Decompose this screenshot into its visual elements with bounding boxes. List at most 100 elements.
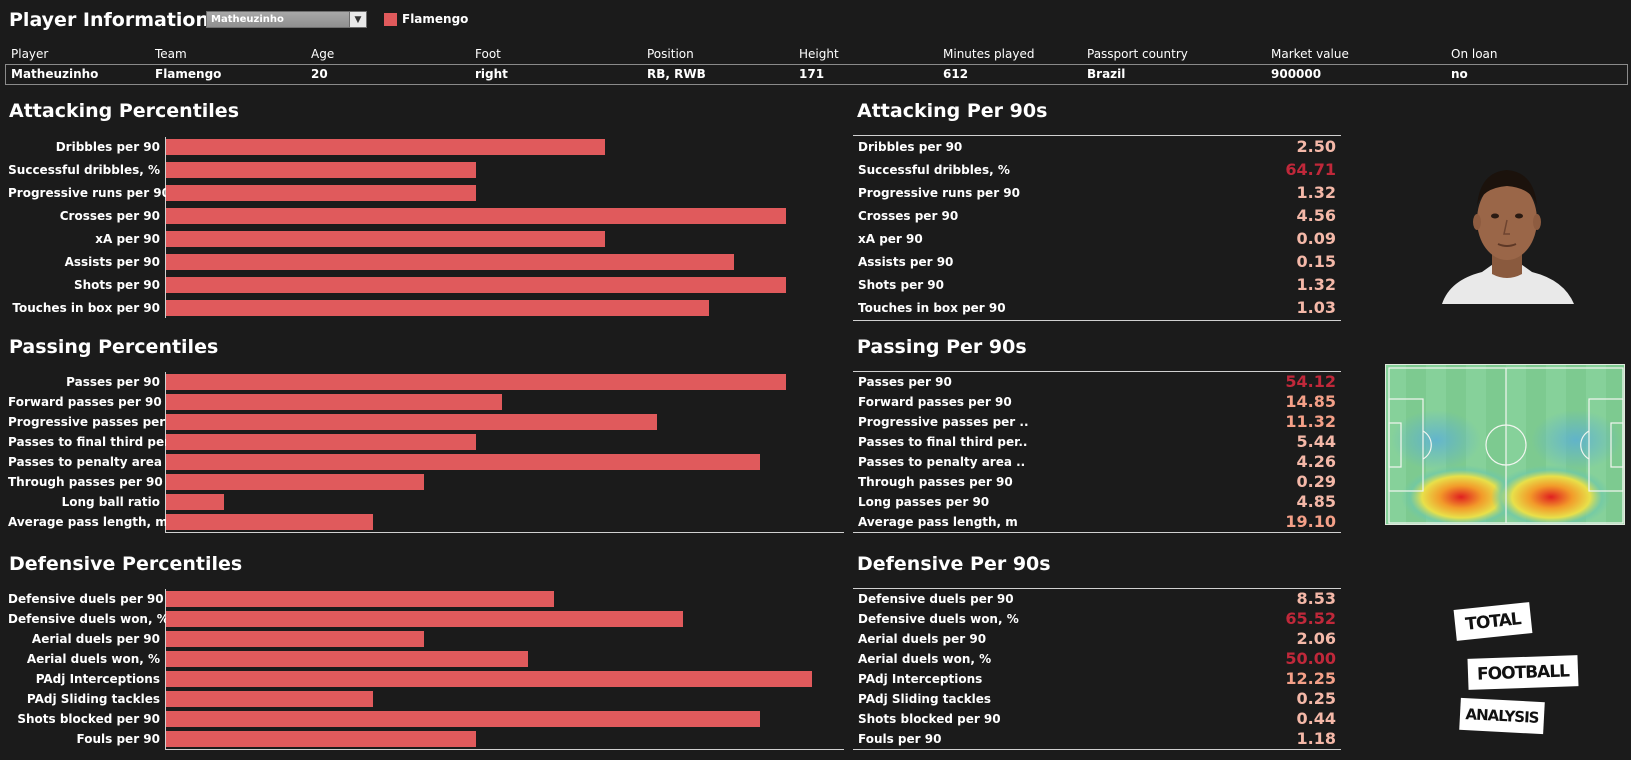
- page-title: Player Information: [9, 9, 210, 31]
- passing-percentiles-title: Passing Percentiles: [9, 336, 219, 358]
- percentile-bar: [166, 394, 502, 410]
- bar-label: PAdj Interceptions: [35, 672, 160, 686]
- per90-label: Forward passes per 90: [858, 395, 1012, 409]
- percentile-bar: [166, 277, 786, 293]
- info-header-8: Market value: [1271, 47, 1349, 61]
- info-header-6: Minutes played: [943, 47, 1035, 61]
- bar-label: Defensive duels per 90: [8, 592, 164, 606]
- bar-label: Passes per 90: [66, 375, 160, 389]
- per90-label: Assists per 90: [858, 255, 954, 269]
- info-header-0: Player: [11, 47, 49, 61]
- per90-label: Shots per 90: [858, 278, 945, 292]
- per90-label: Fouls per 90: [858, 732, 942, 746]
- per90-label: Defensive duels per 90: [858, 592, 1014, 606]
- per90-label: Long passes per 90: [858, 495, 990, 509]
- logo-analysis: ANALYSIS: [1459, 697, 1545, 735]
- per90-value: 14.85: [1285, 392, 1336, 411]
- percentile-bar: [166, 162, 476, 178]
- per90-value: 0.29: [1296, 472, 1336, 491]
- player-dropdown-value: Matheuzinho: [211, 14, 284, 25]
- bar-label: Through passes per 90: [8, 475, 163, 489]
- bar-label: Aerial duels per 90: [31, 632, 160, 646]
- percentile-bar: [166, 474, 424, 490]
- bar-label: Passes to final third per..: [8, 435, 178, 449]
- per90-value: 64.71: [1285, 160, 1336, 179]
- per90-label: Aerial duels per 90: [858, 632, 987, 646]
- percentile-bar: [166, 231, 605, 247]
- bar-label: Average pass length, m: [8, 515, 168, 529]
- per90-value: 0.15: [1296, 252, 1336, 271]
- bar-label: Forward passes per 90: [8, 395, 162, 409]
- percentile-bar: [166, 208, 786, 224]
- percentile-bar: [166, 514, 373, 530]
- bar-label: Crosses per 90: [59, 209, 160, 223]
- per90-value: 4.26: [1296, 452, 1336, 471]
- per90-value: 2.06: [1296, 629, 1336, 648]
- percentile-bar: [166, 494, 224, 510]
- per90-label: Touches in box per 90: [858, 301, 1006, 315]
- info-header-7: Passport country: [1087, 47, 1188, 61]
- percentile-bar: [166, 611, 683, 627]
- bar-label: Fouls per 90: [76, 732, 160, 746]
- per90-label: Crosses per 90: [858, 209, 959, 223]
- per90-value: 0.25: [1296, 689, 1336, 708]
- bar-label: Touches in box per 90: [12, 301, 160, 315]
- bar-label: Passes to penalty area ..: [8, 455, 176, 469]
- bar-label: Successful dribbles, %: [8, 163, 160, 177]
- passing-bar-baseline: [165, 532, 844, 533]
- info-row-box: [5, 64, 1628, 85]
- info-header-4: Position: [647, 47, 694, 61]
- info-header-1: Team: [155, 47, 187, 61]
- per90-label: Through passes per 90: [858, 475, 1013, 489]
- legend-swatch: [384, 13, 397, 26]
- percentile-bar: [166, 591, 554, 607]
- per90-label: Passes per 90: [858, 375, 952, 389]
- percentile-bar: [166, 454, 760, 470]
- defensive-per90-bottomline: [853, 749, 1341, 750]
- player-dropdown[interactable]: Matheuzinho ▼: [206, 11, 367, 28]
- per90-value: 8.53: [1296, 589, 1336, 608]
- per90-value: 4.85: [1296, 492, 1336, 511]
- per90-label: Average pass length, m: [858, 515, 1018, 529]
- percentile-bar: [166, 185, 476, 201]
- percentile-bar: [166, 414, 657, 430]
- per90-label: Defensive duels won, %: [858, 612, 1019, 626]
- attacking-percentiles-title: Attacking Percentiles: [9, 100, 240, 122]
- percentile-bar: [166, 691, 373, 707]
- heatmap-pitch: [1385, 364, 1625, 525]
- percentile-bar: [166, 671, 812, 687]
- bar-label: Defensive duels won, %: [8, 612, 169, 626]
- bar-label: xA per 90: [95, 232, 160, 246]
- per90-label: Shots blocked per 90: [858, 712, 1001, 726]
- per90-value: 1.03: [1296, 298, 1336, 317]
- per90-value: 2.50: [1296, 137, 1336, 156]
- info-header-5: Height: [799, 47, 839, 61]
- bar-label: Progressive passes per ..: [8, 415, 179, 429]
- per90-value: 0.09: [1296, 229, 1336, 248]
- percentile-bar: [166, 631, 424, 647]
- chevron-down-icon[interactable]: ▼: [349, 12, 366, 27]
- percentile-bar: [166, 374, 786, 390]
- bar-label: Aerial duels won, %: [26, 652, 160, 666]
- bar-label: Long ball ratio: [61, 495, 160, 509]
- passing-per90-title: Passing Per 90s: [857, 336, 1027, 358]
- percentile-bar: [166, 254, 734, 270]
- per90-value: 1.18: [1296, 729, 1336, 748]
- per90-label: xA per 90: [858, 232, 923, 246]
- per90-label: Dribbles per 90: [858, 140, 963, 154]
- per90-value: 1.32: [1296, 183, 1336, 202]
- info-header-2: Age: [311, 47, 335, 61]
- per90-value: 12.25: [1285, 669, 1336, 688]
- per90-value: 65.52: [1285, 609, 1336, 628]
- per90-label: Aerial duels won, %: [858, 652, 992, 666]
- info-header-9: On loan: [1451, 47, 1498, 61]
- percentile-bar: [166, 139, 605, 155]
- bar-label: Shots per 90: [73, 278, 160, 292]
- percentile-bar: [166, 711, 760, 727]
- defensive-bar-baseline: [165, 749, 844, 750]
- per90-value: 54.12: [1285, 372, 1336, 391]
- percentile-bar: [166, 434, 476, 450]
- info-header-3: Foot: [475, 47, 501, 61]
- per90-value: 19.10: [1285, 512, 1336, 531]
- per90-label: Progressive passes per ..: [858, 415, 1029, 429]
